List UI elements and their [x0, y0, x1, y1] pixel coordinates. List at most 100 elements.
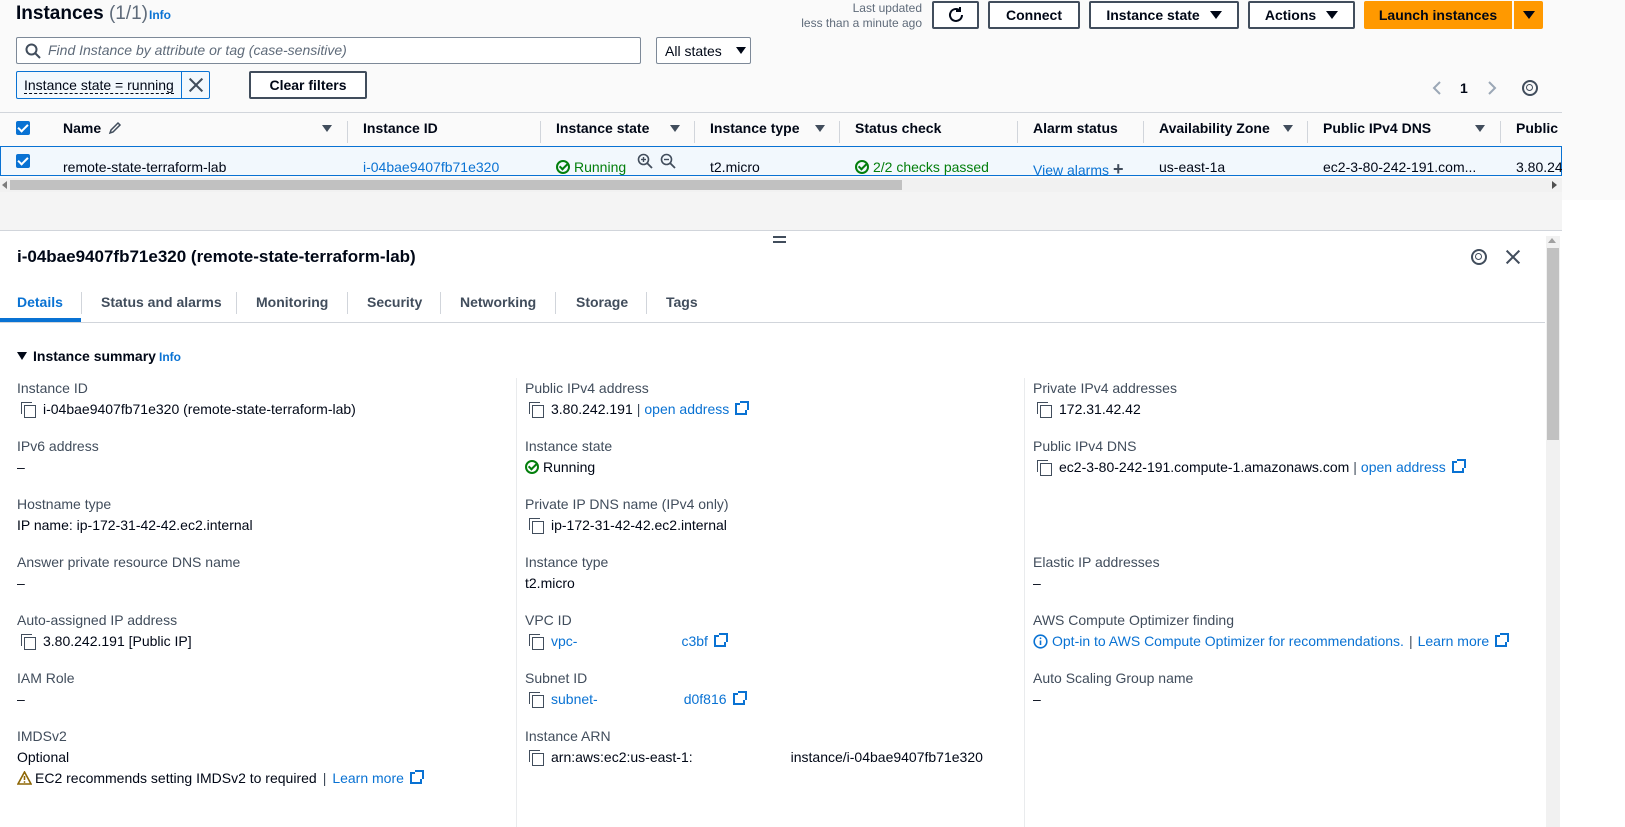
tab-storage[interactable]: Storage: [576, 294, 628, 310]
info-link[interactable]: Info: [149, 8, 171, 22]
clear-filters-button[interactable]: Clear filters: [249, 71, 367, 99]
row-availability-zone: us-east-1a: [1159, 159, 1226, 175]
copy-icon[interactable]: [529, 750, 544, 766]
page-number[interactable]: 1: [1460, 80, 1468, 96]
column-header-alarm-status[interactable]: Alarm status: [1033, 120, 1118, 136]
external-link-icon: [1495, 633, 1510, 647]
row-checkbox[interactable]: [16, 154, 30, 168]
imdsv2-learn-more-link[interactable]: Learn more: [332, 770, 424, 786]
states-select[interactable]: All states: [656, 37, 751, 64]
search-input[interactable]: Find Instance by attribute or tag (case-…: [16, 37, 641, 64]
public-ip-open-address-link[interactable]: open address: [644, 401, 750, 417]
scroll-up-icon[interactable]: [1548, 238, 1556, 243]
detail-settings-icon[interactable]: [1471, 249, 1487, 265]
row-name: remote-state-terraform-lab: [63, 159, 227, 175]
vpc-id-link[interactable]: vpc-c3bf: [551, 633, 728, 649]
sort-icon[interactable]: [670, 125, 680, 132]
private-ip-value: 172.31.42.42: [1037, 401, 1141, 418]
refresh-icon: [948, 7, 963, 22]
scrollbar-thumb[interactable]: [1547, 248, 1559, 440]
imdsv2-label: IMDSv2: [17, 728, 67, 744]
filter-token[interactable]: Instance state = running: [16, 71, 210, 99]
scrollbar-thumb[interactable]: [10, 180, 902, 190]
actions-button[interactable]: Actions: [1248, 1, 1355, 29]
instance-summary-toggle[interactable]: Instance summary: [17, 348, 156, 364]
answer-dns-value: –: [17, 575, 25, 591]
public-dns-open-address-link[interactable]: open address: [1361, 459, 1466, 475]
optimizer-opt-in-link[interactable]: Opt-in to AWS Compute Optimizer for reco…: [1052, 633, 1404, 649]
table-settings-icon[interactable]: [1522, 80, 1538, 96]
launch-dropdown-button[interactable]: [1514, 1, 1543, 29]
elastic-ip-label: Elastic IP addresses: [1033, 554, 1160, 570]
section-info-link[interactable]: Info: [159, 350, 181, 364]
ipv6-label: IPv6 address: [17, 438, 99, 454]
iam-role-value: –: [17, 691, 25, 707]
column-header-status-check[interactable]: Status check: [855, 120, 941, 136]
zoom-out-icon[interactable]: [660, 153, 676, 169]
tab-security[interactable]: Security: [367, 294, 422, 310]
success-icon: [855, 160, 869, 174]
optimizer-learn-more-link[interactable]: Learn more: [1418, 633, 1510, 649]
resize-handle[interactable]: [773, 236, 786, 243]
launch-instances-button[interactable]: Launch instances: [1364, 1, 1512, 29]
connect-button[interactable]: Connect: [988, 1, 1080, 29]
vertical-scrollbar[interactable]: [1546, 236, 1560, 827]
column-header-public-ip[interactable]: Public I: [1516, 120, 1562, 136]
select-all-checkbox[interactable]: [16, 121, 30, 135]
copy-icon[interactable]: [1037, 460, 1052, 476]
instance-arn-value: arn:aws:ec2:us-east-1: instance/i-04bae94…: [529, 749, 983, 766]
tab-monitoring[interactable]: Monitoring: [256, 294, 328, 310]
add-alarm-icon[interactable]: +: [1113, 159, 1124, 179]
external-link-icon: [1451, 459, 1466, 473]
auto-ip-label: Auto-assigned IP address: [17, 612, 178, 628]
chevron-left-icon[interactable]: [1432, 81, 1442, 95]
chevron-right-icon[interactable]: [1487, 81, 1497, 95]
success-icon: [556, 160, 570, 174]
vpc-id-label: VPC ID: [525, 612, 572, 628]
copy-icon[interactable]: [529, 518, 544, 534]
sort-icon[interactable]: [815, 125, 825, 132]
instance-state-button[interactable]: Instance state: [1089, 1, 1239, 29]
sort-icon[interactable]: [322, 125, 332, 132]
edit-icon: [108, 121, 122, 135]
caret-down-icon: [1326, 11, 1339, 19]
tab-status-and-alarms[interactable]: Status and alarms: [101, 294, 222, 310]
tab-tags[interactable]: Tags: [666, 294, 698, 310]
sort-icon[interactable]: [1283, 125, 1293, 132]
copy-icon[interactable]: [529, 692, 544, 708]
column-header-availability-zone[interactable]: Availability Zone: [1159, 120, 1270, 136]
remove-filter-icon[interactable]: [188, 77, 204, 93]
ipv6-value: –: [17, 459, 25, 475]
zoom-in-icon[interactable]: [637, 153, 653, 169]
scroll-right-icon[interactable]: [1552, 181, 1557, 189]
copy-icon[interactable]: [21, 402, 36, 418]
success-icon: [525, 460, 539, 474]
copy-icon[interactable]: [529, 402, 544, 418]
column-header-name[interactable]: Name: [63, 120, 122, 136]
instance-id-label: Instance ID: [17, 380, 88, 396]
subnet-id-value: subnet-d0f816: [529, 691, 747, 708]
column-header-instance-id[interactable]: Instance ID: [363, 120, 438, 136]
row-instance-id-link[interactable]: i-04bae9407fb71e320: [363, 159, 499, 175]
optimizer-value: Opt-in to AWS Compute Optimizer for reco…: [1033, 633, 1510, 649]
sort-icon[interactable]: [1475, 125, 1485, 132]
column-header-public-dns[interactable]: Public IPv4 DNS: [1323, 120, 1431, 136]
view-alarms-link[interactable]: View alarms +: [1033, 159, 1124, 180]
close-icon[interactable]: [1505, 249, 1521, 265]
tab-details[interactable]: Details: [17, 294, 63, 310]
copy-icon[interactable]: [529, 634, 544, 650]
private-dns-value: ip-172-31-42-42.ec2.internal: [529, 517, 727, 534]
row-status-check: 2/2 checks passed: [855, 159, 989, 175]
tab-networking[interactable]: Networking: [460, 294, 536, 310]
asg-value: –: [1033, 691, 1041, 707]
column-header-instance-type[interactable]: Instance type: [710, 120, 799, 136]
refresh-button[interactable]: [932, 1, 979, 29]
subnet-id-link[interactable]: subnet-d0f816: [551, 691, 747, 707]
copy-icon[interactable]: [1037, 402, 1052, 418]
scroll-left-icon[interactable]: [2, 181, 7, 189]
vpc-id-value: vpc-c3bf: [529, 633, 728, 650]
column-header-instance-state[interactable]: Instance state: [556, 120, 649, 136]
copy-icon[interactable]: [21, 634, 36, 650]
horizontal-scrollbar[interactable]: [0, 178, 1562, 192]
caret-down-icon: [17, 352, 27, 360]
